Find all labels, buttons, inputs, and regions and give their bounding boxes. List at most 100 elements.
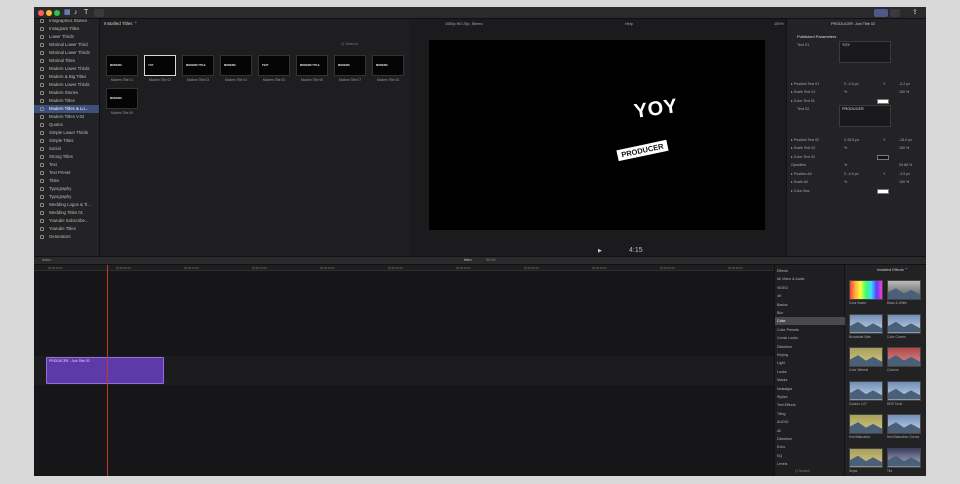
sidebar-item[interactable]: Youtube Titles [34,225,99,233]
playhead[interactable] [107,265,108,476]
effects-header[interactable]: Installed Effects ⌃ [877,267,908,272]
effects-category[interactable]: Color Presets [775,326,845,334]
effect-thumbnail[interactable] [887,313,921,334]
effect-thumbnail[interactable] [887,380,921,401]
sidebar-item[interactable]: Simple Lower Thirds [34,129,99,137]
sidebar-item[interactable]: Modern Stories [34,89,99,97]
parameter-value[interactable]: X 28.5 px [844,137,859,144]
sidebar-item[interactable]: Strong Titles [34,153,99,161]
sidebar-item[interactable]: Typography [34,185,99,193]
photos-icon[interactable]: ♪ [74,8,78,18]
sidebar-item[interactable]: Lower Thirds [34,33,99,41]
title-thumbnail[interactable]: YOY [144,55,176,76]
sidebar-item[interactable]: Social [34,145,99,153]
effects-category[interactable]: Levels [775,460,845,468]
parameter-row[interactable]: ▸ Position All X -4.5 px Y -4.5 px [787,171,926,178]
effects-category[interactable]: 4K [775,292,845,300]
color-swatch[interactable] [877,99,889,104]
effects-category[interactable]: Light [775,359,845,367]
parameter-value[interactable]: % [844,179,847,186]
sidebar-item[interactable]: Simple Titles [34,137,99,145]
sidebar-item[interactable]: Text Preset [34,169,99,177]
parameter-value[interactable]: 100 % [899,145,909,152]
text2-field[interactable]: PRODUCER [839,105,891,127]
effect-thumbnail[interactable] [887,280,921,300]
effects-search[interactable]: Q Search [795,469,810,473]
effects-category[interactable]: Basics [775,301,845,309]
sidebar-item[interactable]: Wedding Logos & Ti... [34,201,99,209]
sidebar-item[interactable]: Modern & Big Titles [34,73,99,81]
title-thumbnail[interactable]: MODERN TITLE [296,55,328,76]
effect-thumbnail[interactable] [849,280,883,300]
parameter-row[interactable]: ▸ Scale Text 02% 100 % [787,145,926,152]
sidebar-item[interactable]: Minimal Titles [34,57,99,65]
sidebar-item[interactable]: Minimal Lower Thirds [34,49,99,57]
share-icon[interactable]: ⇪ [912,8,918,18]
effect-thumbnail[interactable] [849,380,883,401]
parameter-row[interactable]: ▸ Scale All% 100 % [787,179,926,186]
effects-category[interactable]: Echo [775,443,845,451]
parameter-row[interactable]: ▸ Position Text 02 X 28.5 px Y -15.0 px [787,137,926,144]
effect-thumbnail[interactable] [887,347,921,367]
sidebar-item[interactable]: Modern Titles [34,97,99,105]
sidebar-item[interactable]: Typography [34,193,99,201]
parameter-value[interactable]: X -4.3 px [844,81,858,88]
viewer-help[interactable]: Help [625,22,633,26]
effect-thumbnail[interactable] [849,313,883,334]
effect-thumbnail[interactable] [849,447,883,468]
title-clip[interactable]: PRODUCER - Join Title 02 [46,357,164,384]
sidebar-item[interactable]: Wedding Titles 01 [34,209,99,217]
play-icon[interactable]: ▶ [598,248,602,254]
inspector-toggle-button[interactable] [890,9,900,17]
title-text-main[interactable]: YOY [633,95,680,124]
import-button[interactable] [94,9,104,17]
sidebar-item[interactable]: Text [34,161,99,169]
title-thumbnail[interactable]: MODERN [106,55,138,76]
effects-category[interactable]: Nostalgia [775,385,845,393]
effects-category[interactable]: Effects [775,267,845,275]
sidebar-item[interactable]: Youtube Subscribe... [34,217,99,225]
effects-category[interactable]: EQ [775,452,845,460]
sidebar-item[interactable]: Titles [34,177,99,185]
browser-title[interactable]: Installed Titles ⌃ [104,21,138,27]
effects-category[interactable]: Keying [775,351,845,359]
effects-category[interactable]: Text Effects [775,401,845,409]
parameter-value[interactable]: 100 % [899,89,909,96]
titles-icon[interactable]: T [84,8,88,18]
parameter-row[interactable]: Opacities% 59.88 % [787,162,926,169]
effects-category[interactable]: Blur [775,309,845,317]
effects-category[interactable]: VIDEO [775,284,845,292]
zoom-window-button[interactable] [54,10,60,16]
effects-category[interactable]: All [775,427,845,435]
parameter-value[interactable]: X -4.5 px [844,171,858,178]
parameter-value[interactable]: -0.2 px [899,81,910,88]
effect-thumbnail[interactable] [849,347,883,367]
title-thumbnail[interactable]: MODERN [106,88,138,109]
sidebar-item[interactable]: Minimal Lower Third [34,41,99,49]
parameter-value[interactable]: -15.0 px [899,137,912,144]
close-window-button[interactable] [38,10,44,16]
sidebar-item[interactable]: Modern Titles & Lo... [34,105,99,113]
parameter-value[interactable]: % [844,162,847,169]
sidebar-item[interactable]: Instagram Titles [34,25,99,33]
effects-category[interactable]: Masks [775,376,845,384]
effects-category[interactable]: Color [775,317,845,326]
effects-category[interactable]: AUDIO [775,418,845,426]
title-thumbnail[interactable]: TEXT [258,55,290,76]
minimize-window-button[interactable] [46,10,52,16]
timeline-tracks[interactable]: PRODUCER - Join Title 02 [34,271,774,476]
workspace-button[interactable] [874,9,888,17]
library-icon[interactable]: ▦ [64,8,71,18]
parameter-value[interactable]: -4.5 px [899,171,910,178]
zoom-menu[interactable]: 100% [774,22,784,26]
title-thumbnail[interactable]: MODERN [220,55,252,76]
effects-category[interactable]: Comic Looks [775,334,845,342]
parameter-row[interactable]: ▸ Color Text 01 [787,98,926,105]
effects-category[interactable]: Stylize [775,393,845,401]
text1-field[interactable]: YOY [839,41,891,63]
project-name[interactable]: Intro [464,258,472,262]
parameter-value[interactable]: % [844,89,847,96]
sidebar-item[interactable]: Modern Titles V.02 [34,113,99,121]
effect-thumbnail[interactable] [849,414,883,434]
color-swatch[interactable] [877,155,889,160]
